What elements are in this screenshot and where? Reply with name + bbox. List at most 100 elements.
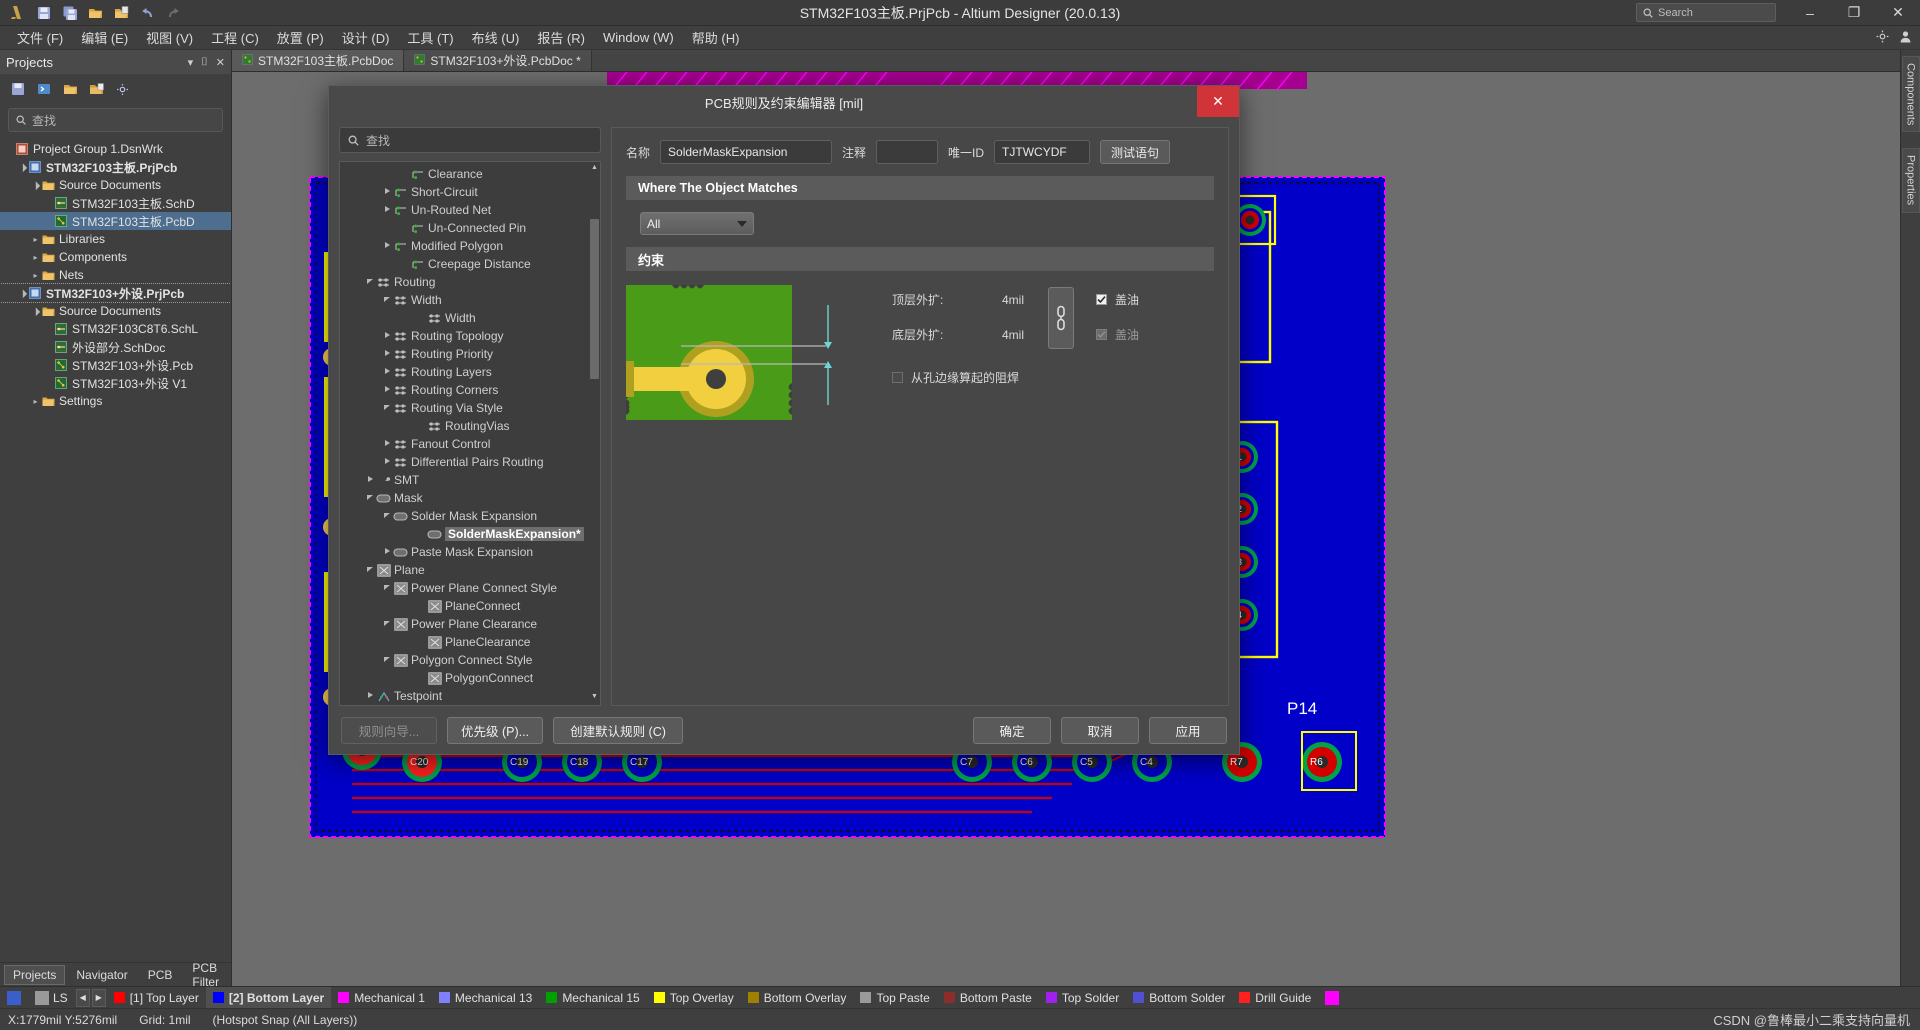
rule-tree-item[interactable]: Routing — [340, 273, 600, 291]
project-tree-item[interactable]: ◢ STM32F103主板.PrjPcb — [0, 158, 231, 176]
save-all-icon[interactable] — [61, 4, 78, 21]
menu-item-file[interactable]: 文件 (F) — [8, 26, 72, 49]
rule-name-input[interactable]: SolderMaskExpansion — [660, 140, 833, 164]
rule-tree-item[interactable]: Testpoint — [340, 687, 600, 705]
project-tree-item[interactable]: STM32F103C8T6.SchL — [0, 320, 231, 338]
layer-tab[interactable]: Mechanical 1 — [331, 987, 432, 1008]
altium-logo-icon[interactable] — [9, 4, 26, 21]
maximize-button[interactable]: ❐ — [1832, 0, 1876, 26]
apply-button[interactable]: 应用 — [1149, 716, 1227, 744]
rule-tree[interactable]: Clearance Short-Circuit Un-Routed Net Un-Co… — [339, 161, 601, 706]
tree-toggle-icon[interactable] — [380, 511, 393, 521]
close-button[interactable]: ✕ — [1876, 0, 1920, 26]
layer-swatch-1[interactable] — [0, 987, 28, 1008]
layer-tab[interactable]: [1] Top Layer — [107, 987, 206, 1008]
project-tree-item[interactable]: STM32F103+外设 V1 — [0, 374, 231, 392]
project-tree-item[interactable]: STM32F103+外设.Pcb — [0, 356, 231, 374]
chevron-down-icon[interactable]: ▾ — [188, 56, 194, 69]
from-hole-edge-checkbox[interactable] — [892, 372, 903, 383]
save-icon[interactable] — [10, 81, 26, 97]
pin-icon[interactable]: ⌷ — [201, 56, 208, 69]
rule-tree-item[interactable]: Polygon Connect Style — [340, 651, 600, 669]
top-expansion-value[interactable]: 4mil — [1002, 293, 1024, 307]
rule-tree-item[interactable]: Routing Via Style — [340, 399, 600, 417]
layer-tab[interactable]: Mechanical 13 — [432, 987, 539, 1008]
tree-toggle-icon[interactable] — [380, 367, 393, 377]
rule-tree-item[interactable]: Creepage Distance — [340, 255, 600, 273]
project-tree-item[interactable]: ▸ Components — [0, 248, 231, 266]
tree-toggle-icon[interactable] — [380, 619, 393, 629]
layer-tab[interactable]: Bottom Paste — [937, 987, 1039, 1008]
open-folder-icon[interactable] — [87, 4, 104, 21]
rule-tree-item[interactable]: Plane — [340, 561, 600, 579]
rule-tree-item[interactable]: RoutingVias — [340, 417, 600, 435]
test-query-button[interactable]: 测试语句 — [1100, 140, 1171, 164]
tented-bottom-checkbox[interactable] — [1096, 329, 1108, 340]
tree-toggle-icon[interactable] — [363, 565, 376, 575]
rule-tree-item[interactable]: Paste Mask Expansion — [340, 543, 600, 561]
rule-tree-item[interactable]: PlaneClearance — [340, 633, 600, 651]
layer-tab[interactable]: Drill Guide — [1232, 987, 1318, 1008]
tree-toggle-icon[interactable] — [380, 583, 393, 593]
rule-tree-item[interactable]: Solder Mask Expansion — [340, 507, 600, 525]
rule-tree-item[interactable]: PlaneConnect — [340, 597, 600, 615]
dock-tab-components[interactable]: Components — [1901, 56, 1920, 133]
bottom-expansion-value[interactable]: 4mil — [1002, 328, 1024, 342]
open-icon[interactable] — [62, 81, 78, 97]
tree-toggle-icon[interactable]: ▸ — [30, 235, 41, 244]
tree-toggle-icon[interactable] — [380, 403, 393, 413]
menu-item-view[interactable]: 视图 (V) — [137, 26, 202, 49]
project-tree-item[interactable]: STM32F103主板.SchD — [0, 194, 231, 212]
layer-tab[interactable]: Mechanical 15 — [539, 987, 646, 1008]
rule-tree-item[interactable]: Un-Routed Net — [340, 201, 600, 219]
tab-projects[interactable]: Projects — [4, 964, 66, 985]
rule-tree-item[interactable]: Routing Topology — [340, 327, 600, 345]
user-icon[interactable] — [1899, 30, 1912, 46]
save-icon[interactable] — [35, 4, 52, 21]
tree-toggle-icon[interactable] — [363, 493, 376, 503]
new-icon[interactable] — [88, 81, 104, 97]
priorities-button[interactable]: 优先级 (P)... — [447, 716, 543, 744]
rule-tree-item[interactable]: Width — [340, 309, 600, 327]
projects-search-input[interactable]: 查找 — [8, 108, 223, 132]
undo-icon[interactable] — [139, 4, 156, 21]
gear-icon[interactable] — [1876, 30, 1889, 46]
scroll-down-arrow[interactable]: ▼ — [590, 693, 599, 703]
rule-tree-item[interactable]: Un-Connected Pin — [340, 219, 600, 237]
layer-tab[interactable]: Bottom Overlay — [741, 987, 854, 1008]
layer-prev-button[interactable]: ◀ — [75, 988, 90, 1007]
project-tree-item[interactable]: ◢ Source Documents — [0, 176, 231, 194]
rule-tree-item[interactable]: Routing Priority — [340, 345, 600, 363]
menu-item-reports[interactable]: 报告 (R) — [528, 26, 594, 49]
rule-tree-item[interactable]: Modified Polygon — [340, 237, 600, 255]
rule-tree-item[interactable]: Mask — [340, 489, 600, 507]
menu-item-place[interactable]: 放置 (P) — [268, 26, 333, 49]
rule-tree-item[interactable]: SolderMaskExpansion* — [340, 525, 600, 543]
tree-toggle-icon[interactable] — [380, 349, 393, 359]
tree-toggle-icon[interactable]: ▸ — [30, 397, 41, 406]
rule-tree-item[interactable]: Fanout Control — [340, 435, 600, 453]
rule-search-input[interactable]: 查找 — [339, 127, 601, 153]
menu-item-route[interactable]: 布线 (U) — [463, 26, 529, 49]
open-project-icon[interactable] — [113, 4, 130, 21]
layer-tab[interactable]: [2] Bottom Layer — [205, 987, 332, 1008]
compile-icon[interactable] — [36, 81, 52, 97]
dialog-close-button[interactable]: ✕ — [1197, 86, 1239, 117]
layer-swatch-end[interactable] — [1318, 987, 1346, 1008]
search-input[interactable]: Search — [1636, 3, 1776, 22]
project-tree-item[interactable]: ▸ Nets — [0, 266, 231, 284]
layer-tab[interactable]: Top Solder — [1039, 987, 1126, 1008]
rule-tree-item[interactable]: Width — [340, 291, 600, 309]
tree-toggle-icon[interactable] — [380, 187, 393, 197]
layer-tab[interactable]: Top Paste — [853, 987, 936, 1008]
rule-tree-item[interactable]: PolygonConnect — [340, 669, 600, 687]
rule-tree-item[interactable]: Routing Corners — [340, 381, 600, 399]
tree-toggle-icon[interactable] — [363, 691, 376, 701]
tab-navigator[interactable]: Navigator — [67, 965, 136, 985]
rule-tree-item[interactable]: Power Plane Connect Style — [340, 579, 600, 597]
cancel-button[interactable]: 取消 — [1061, 716, 1139, 744]
menu-item-project[interactable]: 工程 (C) — [202, 26, 268, 49]
project-tree-item[interactable]: 外设部分.SchDoc — [0, 338, 231, 356]
layer-next-button[interactable]: ▶ — [91, 988, 106, 1007]
menu-item-window[interactable]: Window (W) — [594, 28, 683, 47]
